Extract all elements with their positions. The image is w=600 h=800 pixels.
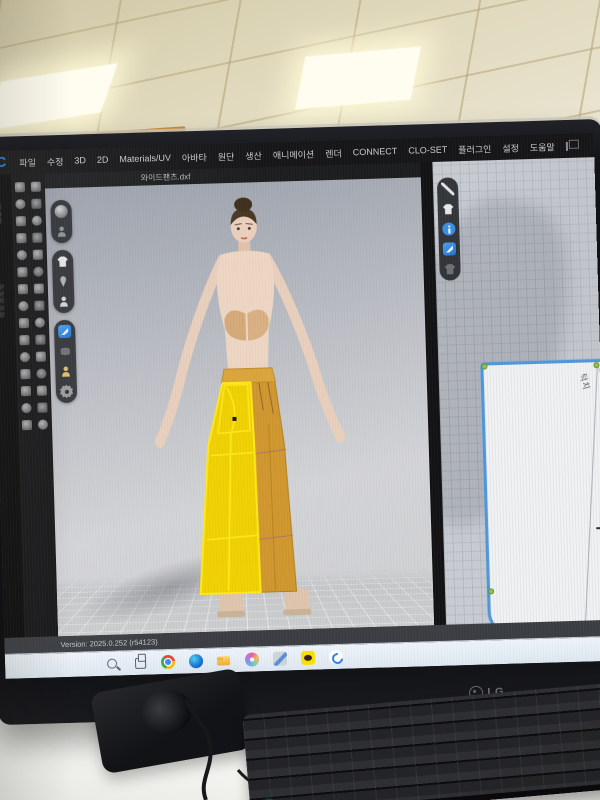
edge-icon[interactable]: [189, 654, 203, 668]
brush-icon[interactable]: [443, 242, 456, 255]
tool-icon[interactable]: [20, 386, 30, 396]
menu-production[interactable]: 생산: [245, 149, 262, 162]
menu-connect[interactable]: CONNECT: [353, 146, 398, 157]
toolbar-group-modes: [54, 320, 77, 404]
tool-icon[interactable]: [34, 301, 44, 311]
menu-3d[interactable]: 3D: [74, 155, 86, 165]
version-text: Version: 2025.0.252 (r54123): [60, 637, 157, 649]
panel-layout-icon[interactable]: [566, 141, 568, 150]
mannequin-icon[interactable]: [57, 295, 70, 308]
tool-icon[interactable]: [21, 420, 31, 430]
tool-icon[interactable]: [30, 182, 40, 192]
menu-animation[interactable]: 애니메이션: [273, 147, 315, 161]
menu-edit[interactable]: 수정: [47, 154, 64, 167]
tool-icon[interactable]: [33, 267, 43, 277]
screen: C 파일 수정 3D 2D Materials/UV 아바타 원단 생산 애니메…: [0, 133, 600, 679]
tool-icon[interactable]: [35, 335, 45, 345]
tool-icon[interactable]: [31, 216, 41, 226]
tool-icon[interactable]: [32, 250, 42, 260]
tool-icon[interactable]: [34, 318, 44, 328]
toolbar-group-display: [52, 250, 75, 314]
tool-icon[interactable]: [36, 369, 46, 379]
tool-icon[interactable]: [20, 369, 30, 379]
task-view-icon[interactable]: [133, 656, 147, 670]
info-icon[interactable]: [442, 222, 455, 235]
tool-icon[interactable]: [16, 250, 26, 260]
menu-help[interactable]: 도움말: [530, 140, 555, 154]
tool-icon[interactable]: [18, 318, 28, 328]
pin-icon[interactable]: [57, 275, 70, 288]
tool-icon[interactable]: [32, 233, 42, 243]
photo-of-monitor: C 파일 수정 3D 2D Materials/UV 아바타 원단 생산 애니메…: [0, 0, 600, 800]
tool-icon[interactable]: [31, 199, 41, 209]
menu-render[interactable]: 렌더: [325, 146, 342, 159]
menu-settings[interactable]: 설정: [502, 141, 519, 154]
viewport-2d-toolbar: [437, 177, 461, 281]
chrome-icon[interactable]: [161, 655, 175, 669]
avatar-icon[interactable]: [59, 365, 72, 378]
tool-icon[interactable]: [21, 403, 31, 413]
tool-icon[interactable]: [18, 301, 28, 311]
crosshair-cursor: [596, 522, 600, 534]
tool-icon[interactable]: [17, 267, 27, 277]
menu-avatar[interactable]: 아바타: [182, 150, 207, 164]
avatar-edit-icon[interactable]: [55, 225, 68, 238]
menu-plugin[interactable]: 플러그인: [458, 142, 491, 156]
garment-icon[interactable]: [442, 202, 455, 215]
viewport-3d-toolbar: [50, 200, 77, 404]
tool-icon[interactable]: [19, 352, 29, 362]
gear-icon[interactable]: [60, 385, 73, 398]
tool-icon[interactable]: [35, 352, 45, 362]
menu-materials-uv[interactable]: Materials/UV: [119, 153, 171, 165]
clo-logo: C: [0, 154, 7, 170]
start-icon[interactable]: [77, 657, 91, 671]
viewport-2d-canvas[interactable]: 턱치: [432, 157, 600, 625]
monitor: C 파일 수정 3D 2D Materials/UV 아바타 원단 생산 애니메…: [0, 119, 600, 725]
photos-icon[interactable]: [245, 652, 259, 666]
main-area: 물체창 라이브러리: [0, 157, 600, 638]
vertical-tab-object[interactable]: 물체창: [0, 203, 6, 224]
tool-icon[interactable]: [37, 419, 47, 429]
tool-icon[interactable]: [33, 284, 43, 294]
tool-icon[interactable]: [14, 182, 24, 192]
tool-icon[interactable]: [37, 403, 47, 413]
garment-icon[interactable]: [56, 255, 69, 268]
menu-file[interactable]: 파일: [19, 155, 36, 168]
tool-icon[interactable]: [15, 216, 25, 226]
avatar-3d[interactable]: [123, 189, 376, 628]
menu-2d[interactable]: 2D: [97, 155, 109, 165]
pen-icon[interactable]: [441, 182, 454, 195]
garment-dark-icon[interactable]: [443, 262, 456, 275]
app-icon[interactable]: [273, 651, 287, 665]
kakaotalk-icon[interactable]: [301, 651, 315, 665]
tab-title[interactable]: 와이드팬츠.dxf: [141, 171, 191, 183]
tool-icon[interactable]: [19, 335, 29, 345]
menu-clo-set[interactable]: CLO-SET: [408, 145, 447, 156]
clo-app-icon[interactable]: [329, 650, 343, 664]
cloth-icon[interactable]: [59, 345, 72, 358]
viewport-3d-canvas[interactable]: [45, 177, 434, 636]
vertical-tab-library[interactable]: 라이브러리: [0, 283, 9, 318]
tool-icon[interactable]: [17, 284, 27, 294]
scene-sphere-icon[interactable]: [54, 205, 67, 218]
tool-icon[interactable]: [15, 199, 25, 209]
search-icon[interactable]: [107, 659, 117, 669]
tool-icon[interactable]: [16, 233, 26, 243]
brush-icon[interactable]: [58, 325, 71, 338]
pattern-piece[interactable]: 턱치: [480, 357, 600, 625]
menu-fabric[interactable]: 원단: [218, 149, 235, 162]
ceiling-light: [295, 46, 421, 109]
tool-icon[interactable]: [36, 386, 46, 396]
file-explorer-icon[interactable]: [217, 653, 231, 667]
toolbar-group-scene: [50, 200, 72, 244]
viewport-3d-container: 와이드팬츠.dxf: [45, 162, 435, 636]
